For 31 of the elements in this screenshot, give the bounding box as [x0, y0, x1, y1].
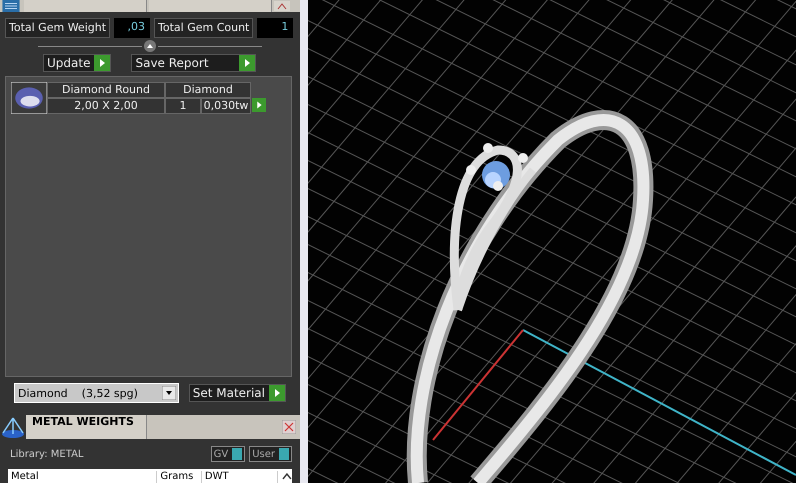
material-dropdown[interactable]: Diamond (3,52 spg) — [14, 383, 179, 403]
stat-label: Total Gem Count — [154, 18, 254, 38]
library-label: Library: METAL — [10, 448, 84, 460]
stat-label: Total Gem Weight — [5, 18, 110, 38]
dropdown-arrow-icon — [162, 386, 176, 400]
gem-thumbnail-icon[interactable] — [11, 82, 47, 114]
gem-count-cell: 1 — [165, 98, 201, 114]
play-icon — [269, 385, 285, 401]
gem-shape-cell: Diamond Round — [47, 82, 165, 98]
scroll-up-icon[interactable] — [282, 472, 292, 480]
set-material-button[interactable]: Set Material — [188, 384, 286, 402]
column-header[interactable]: Grams — [157, 471, 202, 483]
panel-icon[interactable] — [0, 0, 22, 12]
gem-size-cell: 2,00 X 2,00 — [47, 98, 165, 114]
column-header[interactable]: DWT — [202, 471, 278, 483]
action-button[interactable]: Save Report — [131, 54, 256, 72]
gem-material-cell: Diamond — [165, 82, 251, 98]
play-icon — [94, 55, 110, 71]
toggle-switch[interactable]: User — [249, 446, 292, 462]
column-header[interactable]: Metal — [8, 471, 158, 483]
play-icon[interactable] — [251, 98, 267, 112]
stat-value: ,03 — [114, 18, 150, 38]
toggle-switch[interactable]: GV — [210, 446, 246, 462]
action-button[interactable]: Update — [43, 54, 112, 72]
close-icon[interactable] — [274, 1, 290, 11]
collapse-handle-icon[interactable] — [144, 40, 156, 52]
panel-title: METAL WEIGHTS — [26, 415, 147, 439]
play-icon — [239, 55, 256, 71]
stat-value: 1 — [257, 18, 294, 38]
gem-weight-cell: 0,030tw — [201, 98, 251, 114]
close-icon[interactable] — [282, 420, 296, 434]
